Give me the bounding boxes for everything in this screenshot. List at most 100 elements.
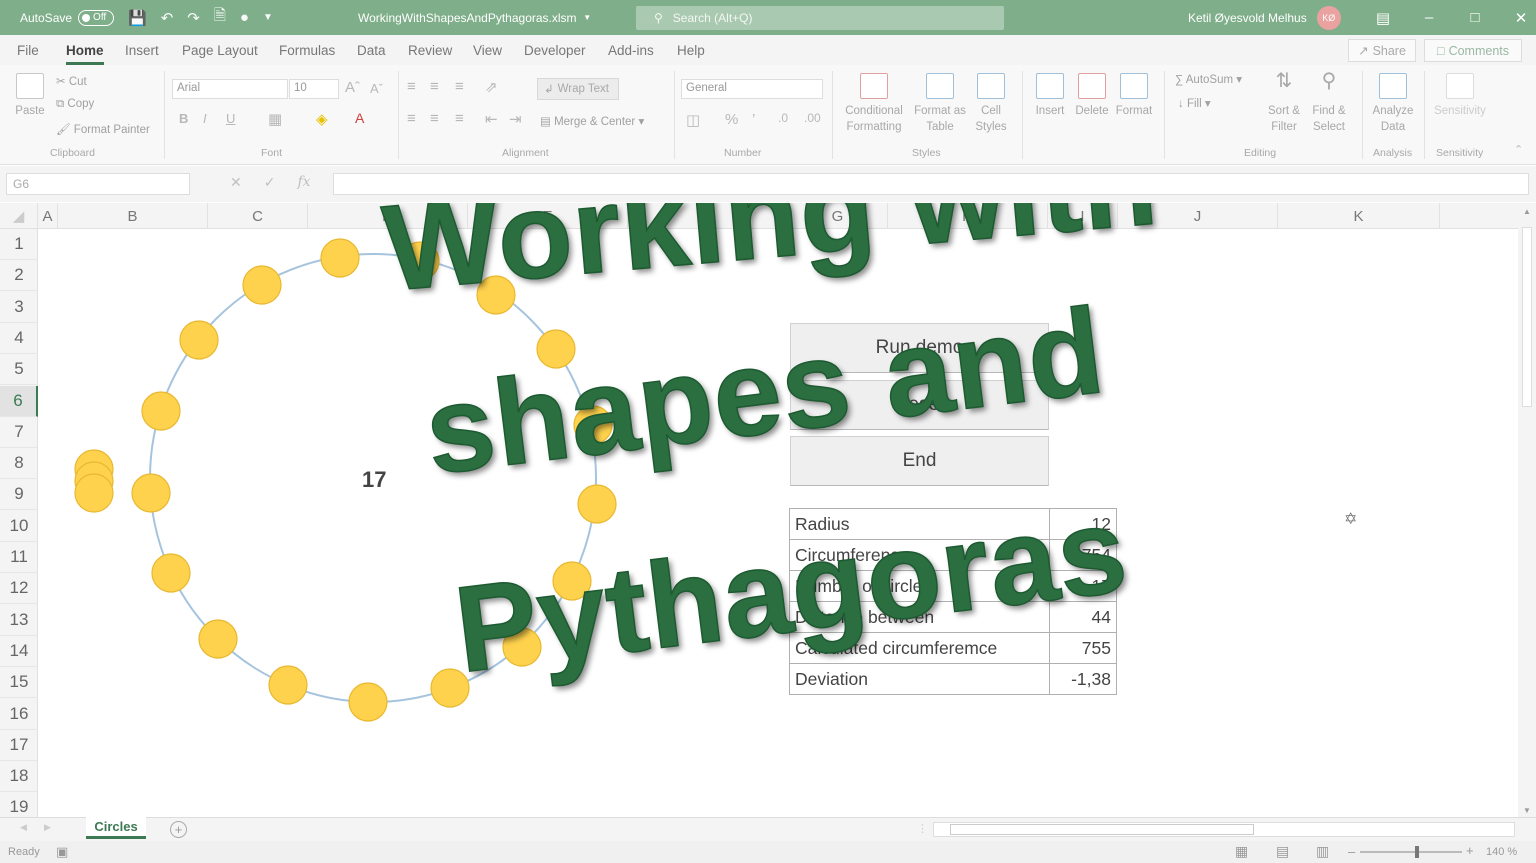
- borders-icon[interactable]: ▦: [268, 110, 282, 128]
- undo-icon[interactable]: ↶: [161, 9, 174, 27]
- italic-icon[interactable]: I: [203, 111, 207, 126]
- increase-indent-icon[interactable]: ⇥: [509, 110, 522, 128]
- tab-formulas[interactable]: Formulas: [279, 43, 335, 58]
- table-cell-value[interactable]: 755: [1049, 632, 1117, 664]
- format-painter-button[interactable]: 🖌 Format Painter: [56, 122, 150, 136]
- normal-view-icon[interactable]: ▦: [1235, 843, 1248, 860]
- avatar[interactable]: KØ: [1316, 5, 1341, 30]
- customize-qa-icon[interactable]: ▼: [263, 12, 273, 23]
- sheet-tab-circles[interactable]: Circles: [86, 817, 146, 839]
- splitter-handle[interactable]: ⋮: [917, 822, 928, 835]
- tab-page-layout[interactable]: Page Layout: [182, 43, 258, 58]
- yellow-circle-shape[interactable]: [320, 238, 360, 278]
- align-bottom-icon[interactable]: ≡: [455, 78, 464, 95]
- format-as-table-button[interactable]: Format as Table: [910, 73, 970, 135]
- zoom-out-icon[interactable]: –: [1348, 844, 1355, 859]
- page-break-view-icon[interactable]: ▥: [1316, 843, 1329, 860]
- fill-color-icon[interactable]: ◈: [316, 110, 328, 128]
- horizontal-scrollbar[interactable]: [933, 822, 1515, 837]
- delete-cells-button[interactable]: Delete: [1072, 73, 1112, 119]
- yellow-circle-shape[interactable]: [268, 665, 308, 705]
- prev-sheet-icon[interactable]: ◀: [20, 822, 27, 833]
- autosum-button[interactable]: ∑ AutoSum ▾: [1175, 72, 1242, 86]
- copy-button[interactable]: ⧉ Copy: [56, 98, 94, 111]
- tab-developer[interactable]: Developer: [524, 43, 586, 58]
- next-sheet-icon[interactable]: ▶: [44, 822, 51, 833]
- scroll-down-icon[interactable]: ▼: [1523, 806, 1531, 815]
- column-header[interactable]: K: [1278, 203, 1440, 229]
- horizontal-scroll-thumb[interactable]: [950, 824, 1254, 835]
- autosave-toggle[interactable]: Off: [78, 9, 115, 26]
- decrease-font-icon[interactable]: Aˇ: [370, 81, 383, 96]
- decrease-indent-icon[interactable]: ⇤: [485, 110, 498, 128]
- align-top-icon[interactable]: ≡: [407, 78, 416, 95]
- file-name[interactable]: WorkingWithShapesAndPythagoras.xlsm ▼: [358, 0, 591, 35]
- record-icon[interactable]: ●: [240, 9, 249, 26]
- cut-button[interactable]: ✂ Cut: [56, 74, 87, 88]
- table-cell-label[interactable]: Deviation: [789, 663, 1050, 695]
- tab-help[interactable]: Help: [677, 43, 705, 58]
- tab-file[interactable]: File: [17, 43, 39, 58]
- wrap-text-button[interactable]: ↲ Wrap Text: [537, 78, 619, 100]
- search-box[interactable]: ⚲ Search (Alt+Q): [636, 6, 1004, 30]
- maximize-icon[interactable]: □: [1452, 9, 1498, 26]
- format-cells-button[interactable]: Format: [1114, 73, 1154, 119]
- analyze-data-button[interactable]: Analyze Data: [1370, 73, 1416, 135]
- vertical-scroll-thumb[interactable]: [1522, 227, 1532, 407]
- tab-add-ins[interactable]: Add-ins: [608, 43, 654, 58]
- zoom-slider-knob[interactable]: [1415, 846, 1419, 858]
- orientation-icon[interactable]: ⇗: [485, 78, 498, 96]
- insert-cells-button[interactable]: Insert: [1030, 73, 1070, 119]
- font-color-icon[interactable]: A: [355, 110, 364, 126]
- add-sheet-button[interactable]: +: [170, 821, 187, 838]
- accounting-format-icon[interactable]: ◫: [686, 111, 700, 129]
- yellow-circle-shape[interactable]: [348, 682, 388, 722]
- increase-decimal-icon[interactable]: .0: [778, 111, 788, 125]
- comments-button[interactable]: □ Comments: [1424, 39, 1522, 62]
- cell-styles-button[interactable]: Cell Styles: [968, 73, 1014, 135]
- close-icon[interactable]: ✕: [1498, 9, 1536, 27]
- name-box[interactable]: G6: [6, 173, 190, 195]
- align-center-icon[interactable]: ≡: [430, 110, 439, 127]
- page-layout-view-icon[interactable]: ▤: [1276, 843, 1289, 860]
- yellow-circle-shape[interactable]: [198, 619, 238, 659]
- yellow-circle-shape[interactable]: [141, 391, 181, 431]
- tab-home[interactable]: Home: [66, 43, 104, 65]
- minimize-icon[interactable]: –: [1406, 9, 1452, 26]
- vertical-scrollbar[interactable]: ▲ ▼: [1518, 203, 1536, 817]
- bold-icon[interactable]: B: [179, 111, 188, 126]
- align-right-icon[interactable]: ≡: [455, 110, 464, 127]
- conditional-formatting-button[interactable]: Conditional Formatting: [838, 73, 910, 135]
- yellow-circle-shape[interactable]: [577, 484, 617, 524]
- sensitivity-button[interactable]: Sensitivity: [1430, 73, 1490, 119]
- macro-recording-icon[interactable]: ▣: [56, 844, 68, 860]
- print-preview-icon[interactable]: 🗎: [214, 5, 226, 30]
- align-left-icon[interactable]: ≡: [407, 110, 416, 127]
- tab-data[interactable]: Data: [357, 43, 386, 58]
- number-format-select[interactable]: General: [681, 79, 823, 99]
- fill-button[interactable]: ↓ Fill ▾: [1178, 96, 1211, 110]
- formula-input[interactable]: [333, 173, 1529, 195]
- user-account[interactable]: Ketil Øyesvold Melhus KØ: [1188, 0, 1341, 35]
- yellow-circle-shape[interactable]: [151, 553, 191, 593]
- zoom-in-icon[interactable]: +: [1466, 843, 1474, 858]
- tab-insert[interactable]: Insert: [125, 43, 159, 58]
- percent-icon[interactable]: %: [725, 111, 738, 128]
- yellow-circle-shape[interactable]: [242, 265, 282, 305]
- redo-icon[interactable]: ↷: [187, 9, 200, 27]
- font-name-select[interactable]: Arial: [172, 79, 288, 99]
- paste-button[interactable]: Paste: [10, 73, 50, 119]
- increase-font-icon[interactable]: Aˆ: [345, 79, 360, 96]
- collapse-ribbon-icon[interactable]: ⌃: [1514, 143, 1523, 156]
- tab-review[interactable]: Review: [408, 43, 452, 58]
- merge-center-button[interactable]: ▤ Merge & Center ▾: [540, 114, 644, 128]
- comma-style-icon[interactable]: ’: [752, 111, 755, 128]
- save-icon[interactable]: 💾: [128, 9, 147, 27]
- yellow-circle-shape[interactable]: [179, 320, 219, 360]
- scroll-up-icon[interactable]: ▲: [1523, 207, 1531, 216]
- find-select-button[interactable]: ⚲ Find & Select: [1306, 71, 1352, 135]
- insert-function-icon[interactable]: fx: [297, 174, 310, 191]
- share-button[interactable]: ↗ Share: [1348, 39, 1416, 62]
- ribbon-display-icon[interactable]: ▤: [1360, 9, 1406, 27]
- yellow-circle-shape[interactable]: [74, 473, 114, 513]
